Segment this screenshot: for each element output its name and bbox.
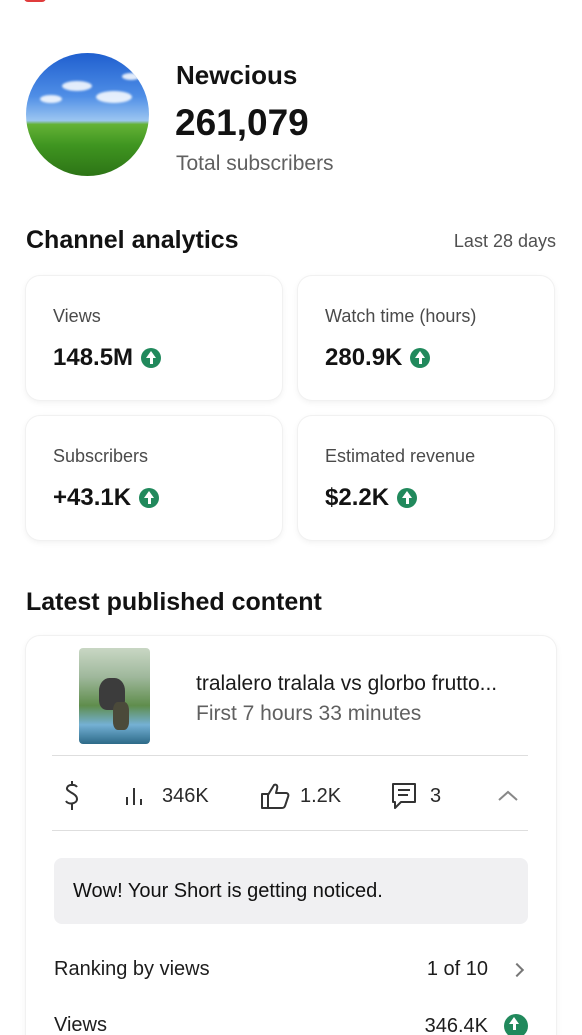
video-subtitle: First 7 hours 33 minutes <box>196 702 422 725</box>
ranking-value: 1 of 10 <box>426 958 488 980</box>
date-range[interactable]: Last 28 days <box>454 231 556 252</box>
top-bar-fragment <box>0 0 582 6</box>
channel-name: Newcious <box>176 60 298 90</box>
thumbs-up-icon <box>261 783 290 809</box>
views-value: 346.4K <box>424 1014 488 1035</box>
youtube-logo-icon[interactable] <box>24 0 46 2</box>
card-label: Watch time (hours) <box>325 306 477 326</box>
trend-up-icon <box>141 348 162 368</box>
watch-time-card[interactable]: Watch time (hours) 280.9K <box>298 276 554 400</box>
subscribers-card[interactable]: Subscribers +43.1K <box>26 416 282 540</box>
comments-count: 3 <box>430 784 442 807</box>
views-count: 346K <box>162 784 209 807</box>
views-stat[interactable]: 346K <box>124 774 209 818</box>
subscriber-label: Total subscribers <box>176 152 334 175</box>
divider <box>52 830 528 831</box>
card-label: Estimated revenue <box>325 446 476 466</box>
card-value: 280.9K <box>325 344 431 372</box>
views-row: Views 346.4K <box>54 1014 528 1035</box>
latest-content-card: tralalero tralala vs glorbo frutto... Fi… <box>26 636 556 1035</box>
notice-text: Wow! Your Short is getting noticed. <box>73 880 383 902</box>
ranking-row[interactable]: Ranking by views 1 of 10 <box>54 958 528 988</box>
video-stats-row: 346K 1.2K 3 <box>26 774 556 818</box>
bar-chart-icon <box>126 788 142 805</box>
card-label: Subscribers <box>53 446 149 466</box>
card-value: $2.2K <box>325 484 418 512</box>
views-label: Views <box>54 1014 107 1035</box>
video-thumbnail[interactable] <box>79 648 150 744</box>
trend-up-icon <box>410 348 431 368</box>
video-title[interactable]: tralalero tralala vs glorbo frutto... <box>196 672 497 696</box>
collapse-chevron-up-icon[interactable] <box>496 774 520 818</box>
divider <box>52 755 528 756</box>
latest-content-title: Latest published content <box>26 588 322 616</box>
likes-count: 1.2K <box>300 784 342 807</box>
revenue-card[interactable]: Estimated revenue $2.2K <box>298 416 554 540</box>
card-value: 148.5M <box>53 344 162 372</box>
subscriber-count: 261,079 <box>175 102 309 143</box>
card-label: Views <box>53 306 101 326</box>
likes-stat[interactable]: 1.2K <box>260 774 341 818</box>
trend-up-icon <box>397 488 418 508</box>
ranking-label: Ranking by views <box>54 958 210 980</box>
trend-up-icon <box>504 1014 528 1035</box>
comment-icon <box>392 783 416 809</box>
chevron-right-icon <box>509 962 525 977</box>
revenue-icon[interactable] <box>62 774 82 818</box>
channel-analytics-title: Channel analytics <box>26 226 239 254</box>
notice-banner: Wow! Your Short is getting noticed. <box>54 858 528 924</box>
channel-avatar <box>26 53 149 176</box>
views-card[interactable]: Views 148.5M <box>26 276 282 400</box>
trend-up-icon <box>139 488 160 508</box>
comments-stat[interactable]: 3 <box>390 774 441 818</box>
card-value: +43.1K <box>53 484 160 512</box>
